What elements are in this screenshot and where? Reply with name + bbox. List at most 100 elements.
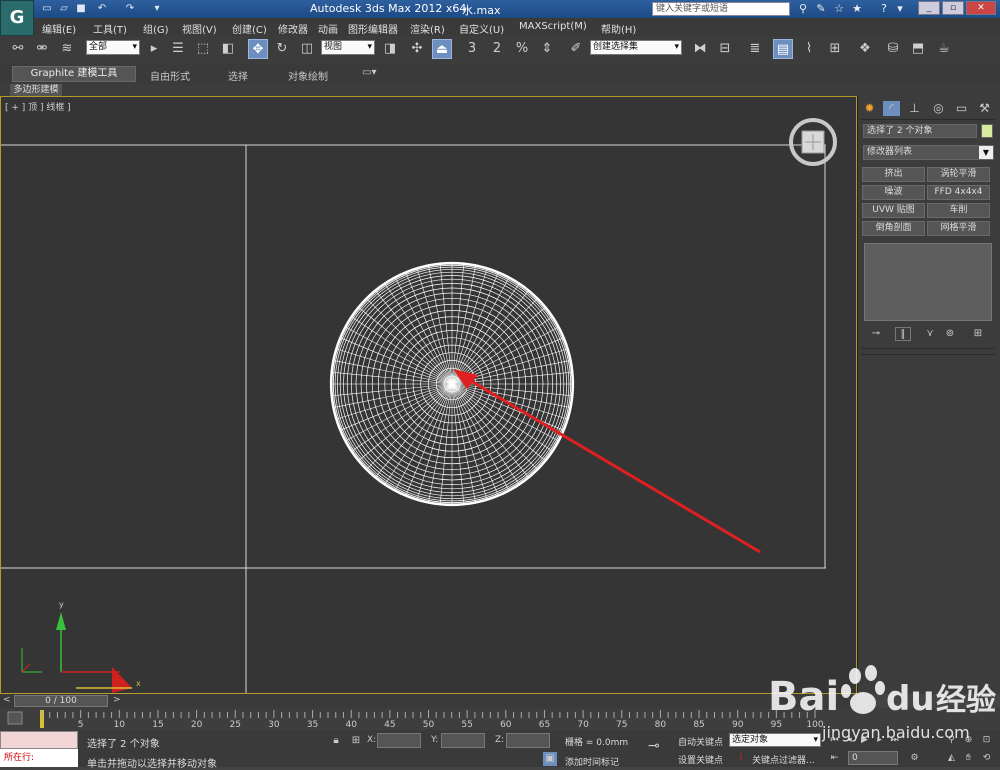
layer-manager-icon[interactable]: ≣	[745, 39, 765, 59]
window-crossing-icon[interactable]: ◧	[218, 39, 238, 59]
spinner-snap-icon[interactable]: ⇕	[537, 39, 557, 59]
select-scale-icon[interactable]: ◫	[297, 39, 317, 59]
unlink-icon[interactable]: ⚮	[32, 39, 52, 59]
show-end-result-icon[interactable]: ∥	[895, 327, 911, 341]
minimize-button[interactable]: _	[918, 1, 940, 15]
named-selection-set-dropdown[interactable]: 创建选择集	[590, 40, 682, 55]
display-tab-icon[interactable]: ▭	[953, 101, 970, 116]
modify-tab-icon[interactable]: ◜	[883, 101, 900, 116]
viewport-canvas[interactable]: y x	[0, 96, 857, 694]
render-setup-icon[interactable]: ⛁	[883, 39, 903, 59]
auto-key-button[interactable]: 自动关键点	[678, 735, 723, 748]
modifier-button-uvw-map[interactable]: UVW 贴图	[862, 203, 925, 218]
menu-animation[interactable]: 动画	[318, 21, 338, 36]
menu-edit[interactable]: 编辑(E)	[42, 21, 76, 36]
keyboard-shortcut-override-icon[interactable]: ⏏	[432, 39, 452, 59]
ribbon-options-icon[interactable]: ▭▾	[362, 67, 376, 78]
lock-selection-icon[interactable]: 🔒︎	[329, 734, 343, 748]
help-icon[interactable]: ?	[876, 2, 892, 16]
modifier-button-extrude[interactable]: 挤出	[862, 167, 925, 182]
utilities-tab-icon[interactable]: ⚒	[976, 101, 993, 116]
key-mode-icon[interactable]: ⇤	[828, 752, 841, 765]
polygon-modeling-panel[interactable]: 多边形建模	[10, 84, 62, 96]
key-curve-icon[interactable]: ⌇	[734, 752, 748, 766]
select-by-name-icon[interactable]: ☰	[168, 39, 188, 59]
orbit-icon[interactable]: ⟲	[980, 752, 993, 765]
save-icon[interactable]: ■	[74, 2, 88, 15]
selection-filter-dropdown[interactable]: 全部	[86, 40, 140, 55]
create-tab-icon[interactable]: ✹	[861, 101, 878, 116]
menu-customize[interactable]: 自定义(U)	[459, 21, 504, 36]
object-color-swatch[interactable]	[981, 124, 993, 138]
modifier-button-ffd[interactable]: FFD 4x4x4	[927, 185, 990, 200]
time-config-icon[interactable]: ⚙	[908, 752, 921, 765]
schematic-view-icon[interactable]: ⊞	[825, 39, 845, 59]
help-dropdown-icon[interactable]: ▾	[892, 2, 908, 16]
select-move-icon[interactable]: ✥	[248, 39, 268, 59]
modifier-button-lathe[interactable]: 车削	[927, 203, 990, 218]
viewport-label[interactable]: [ + ] 顶 ] 线框 ]	[5, 100, 71, 113]
menu-modifiers[interactable]: 修改器	[278, 21, 308, 36]
maximize-button[interactable]: ▫	[942, 1, 964, 15]
time-slider[interactable]: 0 / 100	[14, 695, 108, 707]
search-input[interactable]: 键入关键字或短语	[652, 2, 790, 16]
align-icon[interactable]: ⊟	[715, 39, 735, 59]
current-frame-field[interactable]: 0	[848, 751, 898, 765]
modifier-button-meshsmooth[interactable]: 网格平滑	[927, 221, 990, 236]
make-unique-icon[interactable]: ⋎	[922, 327, 938, 341]
redo-icon[interactable]: ↷	[123, 2, 137, 15]
field-of-view-icon[interactable]: ◭	[945, 752, 958, 765]
time-prev-icon[interactable]: <	[3, 695, 11, 705]
rect-selection-icon[interactable]: ⬚	[193, 39, 213, 59]
y-coordinate-field[interactable]	[441, 733, 485, 748]
menu-graph-editors[interactable]: 图形编辑器	[348, 21, 398, 36]
time-tag-icon[interactable]: ▣	[543, 752, 557, 766]
percent-snap-icon[interactable]: %	[512, 39, 532, 59]
manipulate-icon[interactable]: ✣	[407, 39, 427, 59]
select-object-icon[interactable]: ▸	[144, 39, 164, 59]
chevron-down-icon[interactable]: ▼	[979, 146, 993, 159]
menu-rendering[interactable]: 渲染(R)	[410, 21, 445, 36]
tab-freeform[interactable]: 自由形式	[150, 68, 190, 83]
tools-icon[interactable]: ✎	[813, 2, 829, 16]
modifier-list-dropdown[interactable]: 修改器列表	[863, 145, 994, 160]
maxscript-listener[interactable]	[0, 731, 78, 749]
curve-editor-icon[interactable]: ⌇	[799, 39, 819, 59]
menu-create[interactable]: 创建(C)	[232, 21, 267, 36]
close-button[interactable]: ✕	[966, 1, 996, 15]
menu-help[interactable]: 帮助(H)	[601, 21, 636, 36]
key-filters-button[interactable]: 关键点过滤器...	[752, 753, 815, 766]
key-icon[interactable]: ⊸	[648, 738, 660, 754]
remove-modifier-icon[interactable]: ⊚	[942, 327, 958, 341]
hierarchy-tab-icon[interactable]: ⊥	[906, 101, 923, 116]
bind-space-warp-icon[interactable]: ≋	[57, 39, 77, 59]
tab-selection[interactable]: 选择	[228, 68, 248, 83]
absolute-mode-icon[interactable]: ⊞	[349, 734, 363, 748]
mirror-icon[interactable]: ⧓	[690, 39, 710, 59]
menu-views[interactable]: 视图(V)	[182, 21, 217, 36]
pan-icon[interactable]: ✋︎	[962, 752, 975, 765]
modifier-button-turbosmooth[interactable]: 涡轮平滑	[927, 167, 990, 182]
reference-coord-dropdown[interactable]: 视图	[321, 40, 375, 55]
render-teapot-icon[interactable]: ☕	[934, 39, 954, 59]
x-coordinate-field[interactable]	[377, 733, 421, 748]
set-key-button[interactable]: 设置关键点	[678, 753, 723, 766]
graphite-toggle-icon[interactable]: ▤	[773, 39, 793, 59]
modifier-button-noise[interactable]: 噪波	[862, 185, 925, 200]
menu-group[interactable]: 组(G)	[143, 21, 169, 36]
binoculars-icon[interactable]: ⚲	[795, 2, 811, 16]
tab-object-paint[interactable]: 对象绘制	[288, 68, 328, 83]
viewcube-icon[interactable]	[788, 117, 838, 167]
time-next-icon[interactable]: >	[113, 695, 121, 705]
edit-named-selection-icon[interactable]: ✐	[566, 39, 586, 59]
render-frame-icon[interactable]: ⬒	[908, 39, 928, 59]
snaps-toggle-icon[interactable]: 3	[462, 39, 482, 59]
favorite-icon[interactable]: ★	[849, 2, 865, 16]
z-coordinate-field[interactable]	[506, 733, 550, 748]
undo-icon[interactable]: ↶	[95, 2, 109, 15]
modifier-stack-list[interactable]	[864, 243, 992, 321]
new-file-icon[interactable]: ▭	[40, 2, 54, 15]
modifier-button-bevel-profile[interactable]: 倒角剖面	[862, 221, 925, 236]
select-rotate-icon[interactable]: ↻	[272, 39, 292, 59]
material-editor-icon[interactable]: ❖	[855, 39, 875, 59]
